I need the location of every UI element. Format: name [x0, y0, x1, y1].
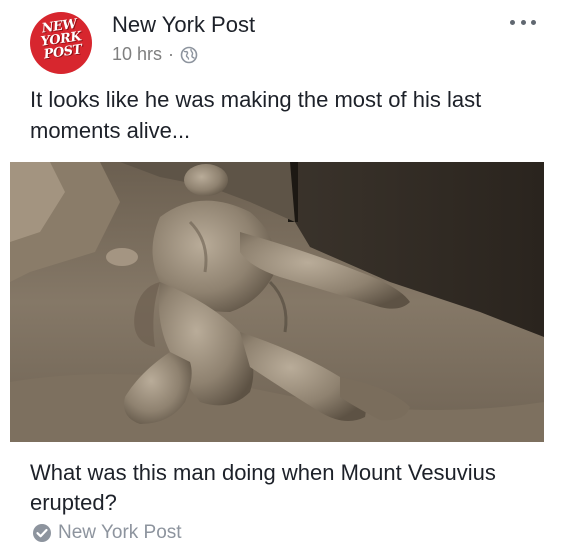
globe-icon[interactable]: [180, 46, 198, 64]
dot: [531, 20, 536, 25]
avatar[interactable]: NEW YORK POST: [30, 12, 92, 74]
post-photo[interactable]: [10, 162, 544, 442]
post-caption: It looks like he was making the most of …: [30, 87, 482, 143]
post-timestamp[interactable]: 10 hrs: [112, 44, 162, 65]
meta-separator: ·: [168, 44, 175, 64]
post-meta: 10 hrs ·: [112, 44, 198, 65]
post-header: NEW YORK POST New York Post 10 hrs ·: [30, 12, 540, 74]
new-york-post-logo: NEW YORK POST: [34, 17, 89, 63]
facebook-post: NEW YORK POST New York Post 10 hrs · It …: [0, 0, 562, 552]
dot: [520, 20, 526, 25]
more-options-ellipsis-icon[interactable]: [510, 20, 536, 30]
link-title[interactable]: What was this man doing when Mount Vesuv…: [30, 458, 510, 518]
page-name-link[interactable]: New York Post: [112, 12, 255, 38]
dot: [510, 20, 515, 25]
link-source: New York Post: [32, 522, 182, 544]
verified-check-icon: [33, 524, 51, 542]
link-source-name: New York Post: [58, 522, 182, 543]
